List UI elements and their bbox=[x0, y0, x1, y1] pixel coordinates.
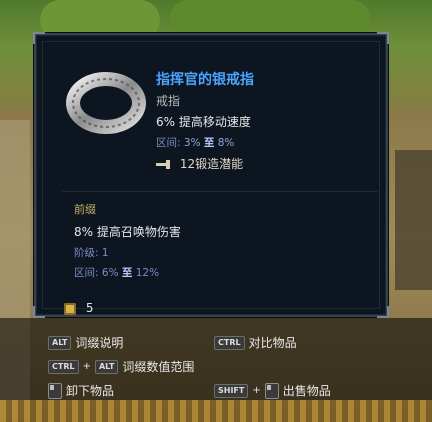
ring-icon bbox=[66, 61, 146, 141]
affix-tier-value: 1 bbox=[101, 247, 109, 259]
affix-range-to: 至 bbox=[121, 267, 133, 279]
implicit-modifier: 6% 提高移动速度 bbox=[156, 115, 251, 129]
affix-tier: 阶级: 1 bbox=[74, 245, 109, 260]
hint-compare: CTRL 对比物品 bbox=[214, 334, 297, 351]
implicit-range-label: 区间: bbox=[156, 137, 181, 149]
ctrl-key-2: CTRL bbox=[48, 359, 79, 374]
affix-section-title: 前缀 bbox=[74, 203, 96, 216]
left-click-icon-2 bbox=[264, 382, 279, 399]
hint-affix-ranges-text: 词缀数值范围 bbox=[122, 360, 195, 374]
hint-affix-ranges: CTRL + ALT 词缀数值范围 bbox=[48, 358, 194, 375]
gold-coin-icon bbox=[64, 302, 76, 315]
hint-unequip: 卸下物品 bbox=[48, 382, 114, 399]
implicit-range-max: 8% bbox=[217, 137, 235, 149]
shift-key: SHIFT bbox=[214, 383, 249, 398]
hint-sell: SHIFT + 出售物品 bbox=[214, 382, 331, 399]
tooltip-header: 指挥官的银戒指 戒指 6% 提高移动速度 区间: 3% 至 8% 12锻造潜能 … bbox=[46, 45, 378, 315]
item-price: 5 bbox=[64, 301, 93, 315]
item-name: 指挥官的银戒指 bbox=[156, 72, 254, 88]
alt-key: ALT bbox=[48, 335, 72, 350]
key-hints: ALT 词缀说明 CTRL 对比物品 CTRL + ALT 词缀数值范围 卸下物… bbox=[42, 334, 402, 418]
left-click-icon bbox=[48, 382, 62, 399]
affix-range-label: 区间: bbox=[74, 267, 99, 279]
price-value: 5 bbox=[85, 301, 94, 315]
hint-affix-explain-text: 词缀说明 bbox=[75, 336, 124, 350]
forging-potential-text: 12锻造潜能 bbox=[179, 157, 244, 171]
plus-sign-2: + bbox=[252, 385, 261, 396]
implicit-range: 区间: 3% 至 8% bbox=[156, 135, 234, 150]
alt-key-2: ALT bbox=[94, 359, 119, 374]
affix-range-min: 6% bbox=[101, 267, 119, 279]
hint-unequip-text: 卸下物品 bbox=[66, 384, 115, 398]
implicit-range-to: 至 bbox=[203, 137, 215, 149]
item-type: 戒指 bbox=[156, 94, 181, 108]
hint-compare-text: 对比物品 bbox=[248, 336, 297, 350]
implicit-range-min: 3% bbox=[183, 137, 201, 149]
affix-tier-label: 阶级: bbox=[74, 247, 99, 259]
item-tooltip: 指挥官的银戒指 戒指 6% 提高移动速度 区间: 3% 至 8% 12锻造潜能 … bbox=[33, 32, 389, 318]
affix-range: 区间: 6% 至 12% bbox=[74, 265, 159, 280]
hint-sell-text: 出售物品 bbox=[282, 384, 331, 398]
hammer-icon bbox=[156, 159, 170, 169]
hint-affix-explain: ALT 词缀说明 bbox=[48, 334, 123, 351]
ctrl-key: CTRL bbox=[214, 335, 245, 350]
tooltip-divider bbox=[62, 191, 378, 192]
affix-range-max: 12% bbox=[135, 267, 160, 279]
plus-sign-1: + bbox=[82, 361, 91, 372]
affix-text: 8% 提高召唤物伤害 bbox=[74, 225, 181, 239]
forging-potential: 12锻造潜能 bbox=[156, 155, 243, 172]
